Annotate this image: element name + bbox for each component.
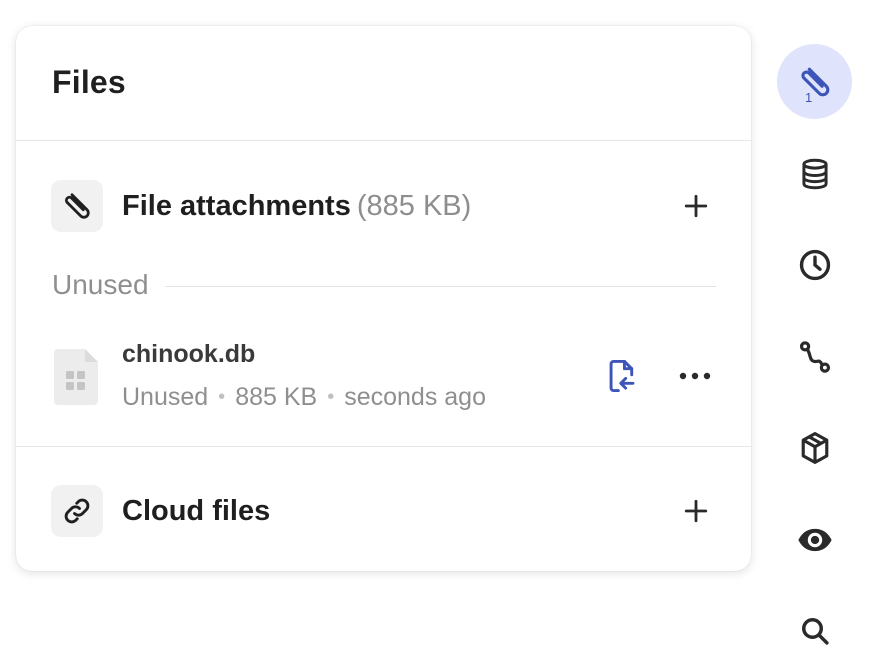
file-info: chinook.db Unused • 885 KB • seconds ago [122,340,486,412]
file-attachments-section: File attachments (885 KB) [51,179,716,233]
package-icon [801,431,828,464]
import-file-button[interactable] [602,356,642,396]
plus-icon [684,194,708,218]
file-name: chinook.db [122,340,256,368]
rail-packages-button[interactable] [777,410,852,485]
clock-icon [799,249,830,280]
paperclip-icon [800,67,829,96]
rail-files-button[interactable]: 1 [777,44,852,119]
separator-dot: • [327,386,335,408]
file-time: seconds ago [344,383,486,411]
files-count-badge: 1 [805,90,813,105]
file-attachments-label: File attachments (885 KB) [122,189,472,222]
separator-dot: • [218,386,226,408]
route-icon [799,340,830,373]
add-cloud-file-button[interactable] [676,491,716,531]
paperclip-icon [51,180,103,232]
more-options-button[interactable] [675,356,715,396]
panel-header: Files [16,26,751,141]
add-attachment-button[interactable] [676,186,716,226]
database-icon [801,158,828,189]
group-heading-unused: Unused [52,269,716,301]
rail-search-button[interactable] [777,593,852,664]
cloud-files-label: Cloud files [122,494,271,527]
database-file-icon [52,345,102,407]
cloud-files-section: Cloud files [51,484,716,538]
section-divider [16,446,751,447]
file-actions [602,356,715,396]
file-status: Unused [122,383,209,411]
group-label: Unused [52,269,149,300]
panel-title: Files [52,63,126,100]
ellipsis-icon [679,372,711,380]
files-panel: Files File attachments (885 KB) Unused c… [16,26,751,571]
rail-history-button[interactable] [777,227,852,302]
search-icon [801,617,829,645]
file-size: 885 KB [235,383,318,411]
file-attachments-size: (885 KB) [356,189,472,222]
file-row[interactable]: chinook.db Unused • 885 KB • seconds ago [52,336,715,416]
rail-routes-button[interactable] [777,319,852,394]
link-icon [51,485,103,537]
eye-icon [797,528,832,551]
rail-preview-button[interactable] [777,502,852,577]
rail-database-button[interactable] [777,136,852,211]
group-divider [164,285,716,287]
file-import-icon [609,359,635,393]
plus-icon [684,499,708,523]
file-meta: Unused • 885 KB • seconds ago [122,383,486,412]
